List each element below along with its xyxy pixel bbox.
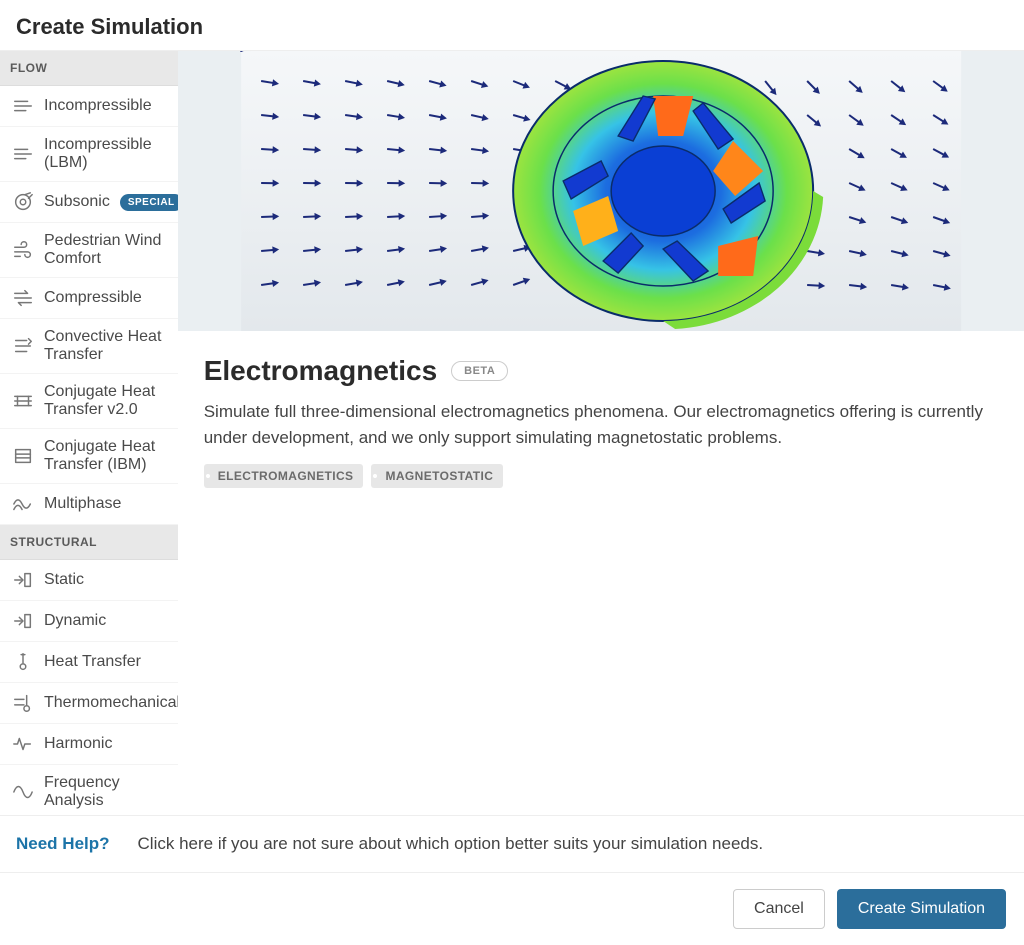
target-icon <box>12 191 34 213</box>
detail-hero-image: /* placeholder */ <box>178 51 1024 331</box>
sidebar-item-label: Conjugate Heat Transfer v2.0 <box>44 383 166 419</box>
sidebar-item-label: Static <box>44 571 166 589</box>
cancel-button[interactable]: Cancel <box>733 889 825 929</box>
sidebar-item-dynamic[interactable]: Dynamic <box>0 601 178 642</box>
sidebar-item-static[interactable]: Static <box>0 560 178 601</box>
detail-description: Simulate full three-dimensional electrom… <box>204 399 998 450</box>
tag-magnetostatic: MAGNETOSTATIC <box>371 464 503 488</box>
sine-icon <box>12 781 34 803</box>
sidebar-item-conjugate-heat-transfer-ibm[interactable]: Conjugate Heat Transfer (IBM) <box>0 429 178 484</box>
sidebar-item-conjugate-heat-transfer-v2-0[interactable]: Conjugate Heat Transfer v2.0 <box>0 374 178 429</box>
detail-tags: ELECTROMAGNETICS MAGNETOSTATIC <box>204 464 998 488</box>
sidebar-item-frequency-analysis[interactable]: Frequency Analysis <box>0 765 178 815</box>
convective-icon <box>12 335 34 357</box>
sidebar-item-heat-transfer[interactable]: Heat Transfer <box>0 642 178 683</box>
thermo-mech-icon <box>12 692 34 714</box>
detail-beta-badge: BETA <box>451 361 508 381</box>
need-help-text: Click here if you are not sure about whi… <box>138 834 764 854</box>
special-badge: SPECIAL <box>120 194 178 211</box>
sidebar-item-label: Subsonic <box>44 193 110 211</box>
simulation-type-sidebar: FLOW Incompressible Incompressible (LBM) Su… <box>0 51 178 815</box>
section-header-structural: STRUCTURAL <box>0 525 178 560</box>
sidebar-item-compressible[interactable]: Compressible <box>0 278 178 319</box>
sidebar-item-multiphase[interactable]: Multiphase <box>0 484 178 525</box>
flow-lines-icon <box>12 95 34 117</box>
sidebar-item-subsonic[interactable]: Subsonic SPECIAL <box>0 182 178 223</box>
flow-lines-icon <box>12 143 34 165</box>
detail-title: Electromagnetics <box>204 355 437 387</box>
sidebar-item-label: Harmonic <box>44 735 166 753</box>
tag-electromagnetics: ELECTROMAGNETICS <box>204 464 364 488</box>
sidebar-item-label: Conjugate Heat Transfer (IBM) <box>44 438 166 474</box>
arrow-box-icon <box>12 610 34 632</box>
sidebar-item-label: Incompressible <box>44 97 166 115</box>
thermometer-icon <box>12 651 34 673</box>
sidebar-item-label: Heat Transfer <box>44 653 166 671</box>
sidebar-item-label: Dynamic <box>44 612 166 630</box>
dialog-title: Create Simulation <box>0 0 1024 50</box>
sidebar-item-label: Pedestrian Wind Comfort <box>44 232 166 268</box>
sidebar-item-label: Multiphase <box>44 495 166 513</box>
section-header-flow: FLOW <box>0 51 178 86</box>
sidebar-item-pedestrian-wind-comfort[interactable]: Pedestrian Wind Comfort <box>0 223 178 278</box>
sidebar-item-label: Frequency Analysis <box>44 774 166 810</box>
sidebar-item-label: Thermomechanical <box>44 694 178 712</box>
sidebar-item-label: Incompressible (LBM) <box>44 136 166 172</box>
sidebar-item-incompressible-lbm[interactable]: Incompressible (LBM) <box>0 127 178 182</box>
layers-icon <box>12 390 34 412</box>
sidebar-item-convective-heat-transfer[interactable]: Convective Heat Transfer <box>0 319 178 374</box>
sidebar-item-label: Convective Heat Transfer <box>44 328 166 364</box>
wave-icon <box>12 493 34 515</box>
arrow-box-icon <box>12 569 34 591</box>
compress-icon <box>12 287 34 309</box>
sidebar-item-incompressible[interactable]: Incompressible <box>0 86 178 127</box>
wind-icon <box>12 239 34 261</box>
sidebar-item-harmonic[interactable]: Harmonic <box>0 724 178 765</box>
sidebar-item-thermomechanical[interactable]: Thermomechanical <box>0 683 178 724</box>
create-simulation-button[interactable]: Create Simulation <box>837 889 1006 929</box>
need-help-link[interactable]: Need Help? <box>16 834 110 854</box>
pulse-icon <box>12 733 34 755</box>
layers-box-icon <box>12 445 34 467</box>
sidebar-item-label: Compressible <box>44 289 166 307</box>
